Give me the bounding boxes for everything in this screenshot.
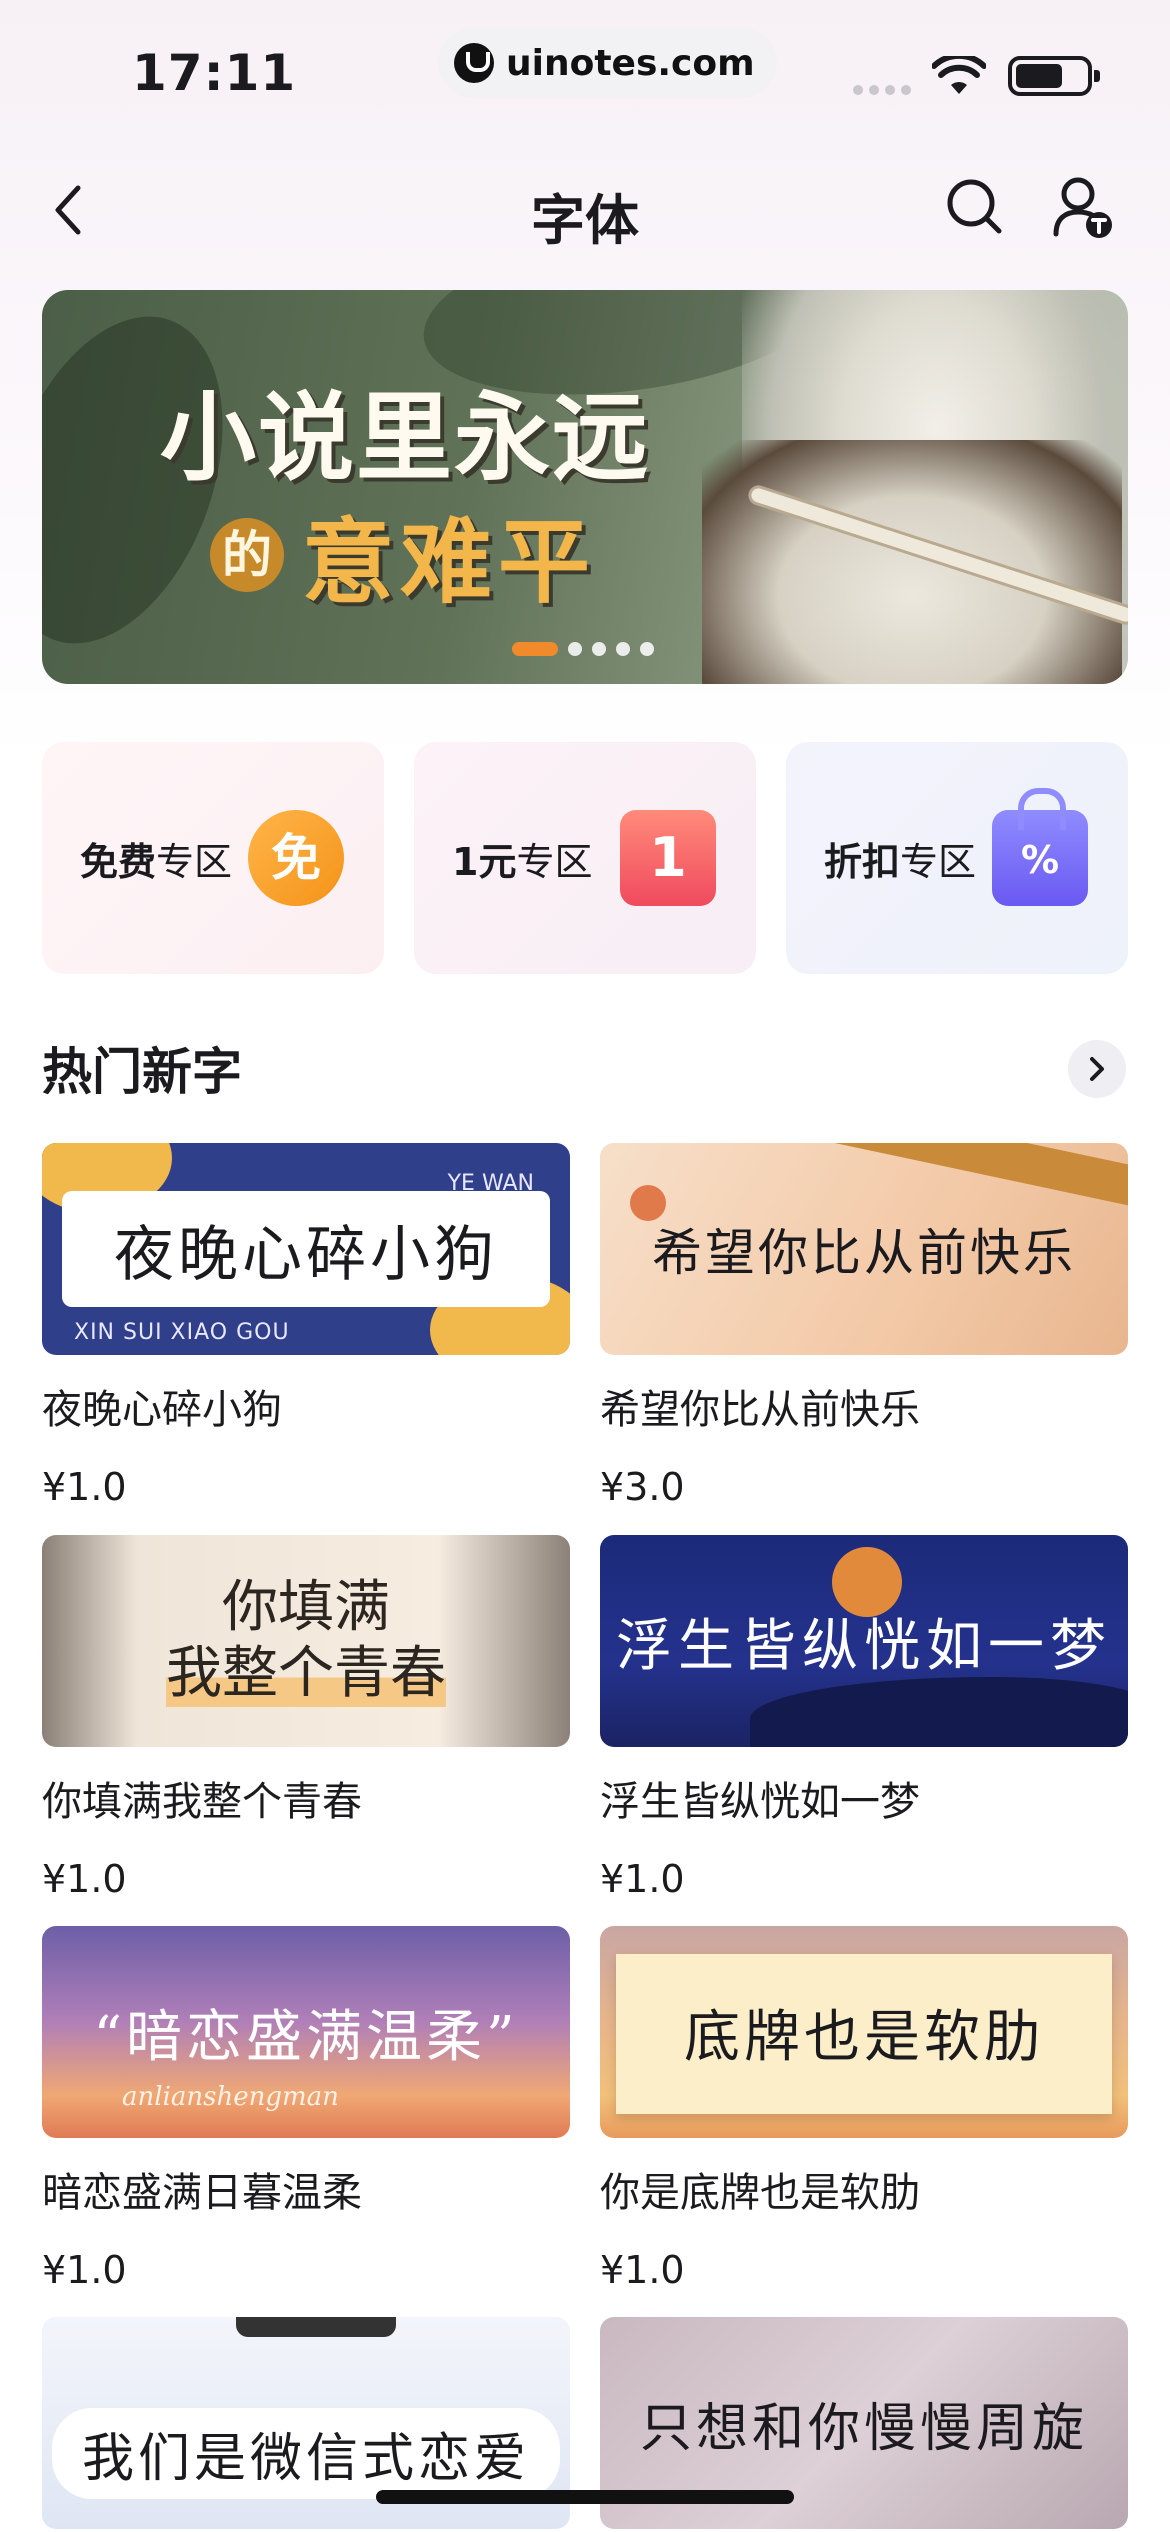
section-title: 热门新字 bbox=[42, 1043, 242, 1101]
font-card[interactable]: 浮生皆纵恍如一梦 浮生皆纵恍如一梦 ¥1.0 bbox=[600, 1535, 1128, 1901]
free-badge-icon: 免 bbox=[248, 810, 344, 906]
font-preview-image: 希望你比从前快乐 bbox=[600, 1143, 1128, 1355]
zone-label: 折扣专区 bbox=[824, 839, 977, 884]
search-icon[interactable] bbox=[944, 176, 1004, 236]
banner-headline: 小说里永远 bbox=[160, 381, 650, 494]
font-preview-image: “暗恋盛满温柔” anlianshengman bbox=[42, 1926, 570, 2138]
nav-bar: 字体 bbox=[0, 150, 1170, 265]
island-decoration bbox=[750, 1677, 1128, 1747]
one-yuan-zone-button[interactable]: 1元专区 1 bbox=[414, 742, 756, 974]
font-preview-text: 希望你比从前快乐 bbox=[652, 1224, 1076, 1282]
cellular-signal-icon bbox=[853, 85, 911, 95]
carousel-dot bbox=[640, 642, 654, 656]
banner-subline: 的 意难平 bbox=[210, 488, 596, 621]
carousel-dot-active bbox=[512, 642, 558, 656]
phone-notch-decoration bbox=[236, 2317, 396, 2337]
url-text: uinotes.com bbox=[506, 42, 755, 84]
font-preview-text: 浮生皆纵恍如一梦 bbox=[616, 1613, 1112, 1679]
stripe-decoration bbox=[797, 1143, 1128, 1210]
carousel-indicator bbox=[512, 642, 654, 656]
chevron-right-icon bbox=[1090, 1057, 1104, 1081]
font-name: 你填满我整个青春 bbox=[42, 1779, 362, 1825]
shopping-bag-icon: % bbox=[992, 788, 1088, 906]
font-name: 夜晚心碎小狗 bbox=[42, 1387, 282, 1433]
font-preview-image: YE WAN 夜晚心碎小狗 XIN SUI XIAO GOU bbox=[42, 1143, 570, 1355]
font-preview-text: “暗恋盛满温柔” bbox=[93, 2004, 519, 2070]
banner-subline-text: 意难平 bbox=[302, 508, 597, 616]
banner-illustration-robe bbox=[702, 440, 1122, 684]
carousel-dot bbox=[592, 642, 606, 656]
font-preview-text: 我们是微信式恋爱 bbox=[81, 2428, 530, 2489]
font-price: ¥1.0 bbox=[600, 2248, 685, 2292]
font-preview-text: 你填满 我整个青春 bbox=[166, 1575, 446, 1707]
preview-tag: XIN SUI XIAO GOU bbox=[74, 1320, 290, 1345]
status-time: 17:11 bbox=[132, 44, 297, 102]
preview-subtitle: anlianshengman bbox=[122, 2082, 339, 2112]
carousel-dot bbox=[616, 642, 630, 656]
font-name: 浮生皆纵恍如一梦 bbox=[600, 1779, 920, 1825]
font-preview-text: 底牌也是软肋 bbox=[684, 2004, 1044, 2070]
font-preview-image: 浮生皆纵恍如一梦 bbox=[600, 1535, 1128, 1747]
home-indicator bbox=[376, 2490, 794, 2504]
zone-label: 1元专区 bbox=[452, 839, 593, 884]
font-price: ¥3.0 bbox=[600, 1465, 685, 1509]
promo-banner[interactable]: 小说里永远 的 意难平 bbox=[42, 290, 1128, 684]
lantern-decoration bbox=[630, 1185, 666, 1221]
font-price: ¥1.0 bbox=[600, 1857, 685, 1901]
font-preview-image: 你填满 我整个青春 bbox=[42, 1535, 570, 1747]
site-logo-icon bbox=[454, 43, 494, 83]
font-card[interactable]: 底牌也是软肋 你是底牌也是软肋 ¥1.0 bbox=[600, 1926, 1128, 2292]
font-card[interactable]: “暗恋盛满温柔” anlianshengman 暗恋盛满日暮温柔 ¥1.0 bbox=[42, 1926, 570, 2292]
carousel-dot bbox=[568, 642, 582, 656]
font-preview-image: 底牌也是软肋 bbox=[600, 1926, 1128, 2138]
font-card[interactable]: YE WAN 夜晚心碎小狗 XIN SUI XIAO GOU 夜晚心碎小狗 ¥1… bbox=[42, 1143, 570, 1509]
my-fonts-icon[interactable] bbox=[1052, 174, 1114, 240]
free-zone-button[interactable]: 免费专区 免 bbox=[42, 742, 384, 974]
preview-plate: 夜晚心碎小狗 bbox=[62, 1191, 550, 1307]
zone-label: 免费专区 bbox=[80, 839, 233, 884]
font-card[interactable]: 希望你比从前快乐 希望你比从前快乐 ¥3.0 bbox=[600, 1143, 1128, 1509]
section-more-button[interactable] bbox=[1068, 1040, 1126, 1098]
ticket-badge-icon: 1 bbox=[620, 810, 716, 906]
chat-bubble: 我们是微信式恋爱 bbox=[51, 2407, 560, 2499]
wifi-icon bbox=[932, 56, 986, 94]
font-name: 希望你比从前快乐 bbox=[600, 1387, 920, 1433]
discount-zone-button[interactable]: 折扣专区 % bbox=[786, 742, 1128, 974]
font-preview-text: 只想和你慢慢周旋 bbox=[639, 2398, 1088, 2459]
font-name: 你是底牌也是软肋 bbox=[600, 2170, 920, 2216]
font-price: ¥1.0 bbox=[42, 2248, 127, 2292]
font-preview-text: 夜晚心碎小狗 bbox=[114, 1219, 498, 1290]
status-bar: 17:11 uinotes.com bbox=[0, 0, 1170, 150]
banner-subline-prefix: 的 bbox=[210, 517, 284, 592]
url-pill: uinotes.com bbox=[438, 28, 777, 98]
font-card[interactable]: 你填满 我整个青春 你填满我整个青春 ¥1.0 bbox=[42, 1535, 570, 1901]
font-price: ¥1.0 bbox=[42, 1465, 127, 1509]
battery-icon bbox=[1008, 56, 1100, 96]
font-price: ¥1.0 bbox=[42, 1857, 127, 1901]
font-name: 暗恋盛满日暮温柔 bbox=[42, 2170, 362, 2216]
